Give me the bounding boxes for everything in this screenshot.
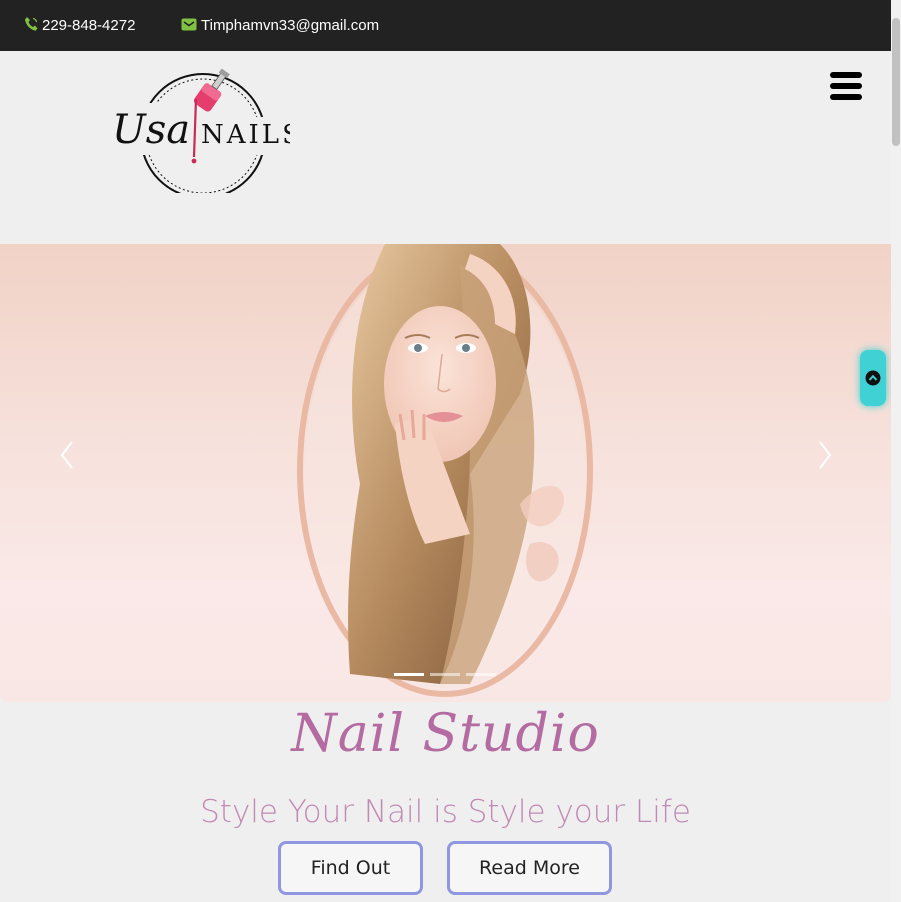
- slider-indicators: [394, 673, 496, 676]
- page-title: Nail Studio: [291, 704, 600, 764]
- phone-number: 229-848-4272: [42, 17, 136, 34]
- chevron-up-circle-icon: [865, 370, 881, 386]
- envelope-icon: [181, 17, 197, 35]
- email-contact[interactable]: Timphamvn33@gmail.com: [181, 0, 379, 51]
- hamburger-menu-button[interactable]: [830, 72, 862, 102]
- page-scrollbar[interactable]: [891, 0, 901, 902]
- chevron-left-icon: [60, 441, 73, 469]
- slider-dot-2[interactable]: [430, 673, 460, 676]
- slider-prev-button[interactable]: [56, 440, 80, 470]
- hero-slider: [0, 244, 891, 702]
- phone-icon: [24, 16, 38, 36]
- hamburger-icon: [830, 72, 862, 78]
- top-contact-bar: 229-848-4272 Timphamvn33@gmail.com: [0, 0, 891, 51]
- slider-next-button[interactable]: [812, 440, 836, 470]
- intro-section: Nail Studio Style Your Nail is Style you…: [0, 702, 891, 902]
- chevron-right-icon: [819, 441, 832, 469]
- svg-text:Usa: Usa: [112, 107, 190, 153]
- scroll-to-top-button[interactable]: [860, 350, 886, 406]
- slider-dot-3[interactable]: [466, 673, 496, 676]
- scrollbar-thumb[interactable]: [892, 18, 900, 146]
- read-more-button[interactable]: Read More: [447, 841, 612, 895]
- hero-image: [297, 244, 593, 697]
- email-address: Timphamvn33@gmail.com: [201, 17, 380, 34]
- slider-dot-1[interactable]: [394, 673, 424, 676]
- phone-contact[interactable]: 229-848-4272: [24, 0, 135, 51]
- site-header: Usa NAILS: [0, 51, 891, 244]
- usa-nails-logo[interactable]: Usa NAILS: [108, 61, 300, 199]
- svg-text:NAILS: NAILS: [201, 120, 290, 150]
- tagline: Style Your Nail is Style your Life: [200, 794, 691, 830]
- find-out-button[interactable]: Find Out: [278, 841, 423, 895]
